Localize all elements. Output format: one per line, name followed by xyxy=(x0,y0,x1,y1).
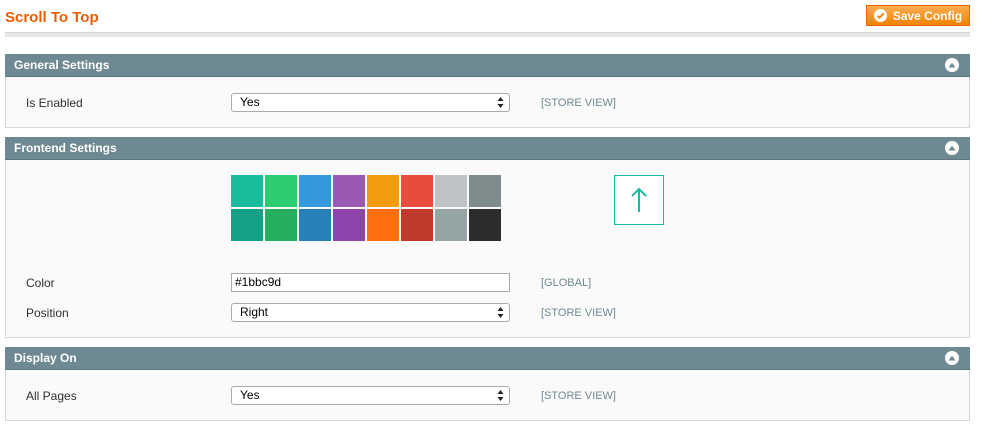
is-enabled-value: Yes xyxy=(240,95,260,109)
color-swatch[interactable] xyxy=(333,209,365,241)
color-scope: [GLOBAL] xyxy=(541,277,592,289)
position-value: Right xyxy=(240,305,269,319)
general-settings-body: Is Enabled Yes [STORE VIEW] xyxy=(5,77,970,128)
title-divider xyxy=(5,32,970,37)
color-swatch[interactable] xyxy=(367,175,399,207)
display-on-body: All Pages Yes [STORE VIEW] xyxy=(5,370,970,421)
frontend-settings-header[interactable]: Frontend Settings xyxy=(5,137,970,160)
arrow-up-icon xyxy=(631,187,647,212)
display-on-title: Display On xyxy=(14,351,77,365)
all-pages-value: Yes xyxy=(240,388,260,402)
frontend-settings-body: Color #1bbc9d [GLOBAL] Position Right [S… xyxy=(5,160,970,338)
color-swatch[interactable] xyxy=(265,175,297,207)
color-swatch[interactable] xyxy=(367,209,399,241)
select-arrows-icon xyxy=(497,389,504,402)
color-swatch[interactable] xyxy=(299,209,331,241)
is-enabled-row: Is Enabled Yes [STORE VIEW] xyxy=(6,93,969,113)
frontend-settings-title: Frontend Settings xyxy=(14,141,117,155)
position-scope: [STORE VIEW] xyxy=(541,307,616,319)
collapse-icon[interactable] xyxy=(945,58,959,72)
checkmark-icon xyxy=(873,9,887,22)
color-swatch-grid xyxy=(231,175,511,241)
color-swatch[interactable] xyxy=(333,175,365,207)
color-swatch[interactable] xyxy=(435,175,467,207)
all-pages-scope: [STORE VIEW] xyxy=(541,390,616,402)
save-config-button[interactable]: Save Config xyxy=(866,5,970,26)
all-pages-select[interactable]: Yes xyxy=(231,386,510,405)
color-swatch[interactable] xyxy=(231,209,263,241)
scroll-to-top-preview xyxy=(614,175,664,225)
collapse-icon[interactable] xyxy=(945,351,959,365)
display-on-header[interactable]: Display On xyxy=(5,347,970,370)
color-value: #1bbc9d xyxy=(235,275,282,289)
color-swatch[interactable] xyxy=(401,175,433,207)
color-row: Color #1bbc9d [GLOBAL] xyxy=(6,273,969,293)
collapse-icon[interactable] xyxy=(945,141,959,155)
all-pages-label: All Pages xyxy=(26,389,77,403)
color-swatch[interactable] xyxy=(469,209,501,241)
is-enabled-label: Is Enabled xyxy=(26,96,83,110)
position-label: Position xyxy=(26,306,69,320)
is-enabled-select[interactable]: Yes xyxy=(231,93,510,112)
color-input[interactable]: #1bbc9d xyxy=(231,273,510,292)
color-swatch[interactable] xyxy=(265,209,297,241)
general-settings-title: General Settings xyxy=(14,58,110,72)
position-select[interactable]: Right xyxy=(231,303,510,322)
select-arrows-icon xyxy=(497,96,504,109)
color-swatch[interactable] xyxy=(401,209,433,241)
general-settings-header[interactable]: General Settings xyxy=(5,54,970,77)
color-label: Color xyxy=(26,276,55,290)
display-on-section: Display On All Pages Yes [STORE VIEW] xyxy=(5,347,970,421)
save-config-label: Save Config xyxy=(892,8,963,23)
is-enabled-scope: [STORE VIEW] xyxy=(541,97,616,109)
select-arrows-icon xyxy=(497,306,504,319)
position-row: Position Right [STORE VIEW] xyxy=(6,303,969,323)
color-swatch[interactable] xyxy=(435,209,467,241)
general-settings-section: General Settings Is Enabled Yes [STORE V… xyxy=(5,54,970,128)
frontend-settings-section: Frontend Settings Color #1bbc9d [GLOBAL]… xyxy=(5,137,970,338)
color-swatch[interactable] xyxy=(469,175,501,207)
color-swatch[interactable] xyxy=(231,175,263,207)
color-swatch[interactable] xyxy=(299,175,331,207)
all-pages-row: All Pages Yes [STORE VIEW] xyxy=(6,386,969,406)
page-title: Scroll To Top xyxy=(5,9,99,26)
